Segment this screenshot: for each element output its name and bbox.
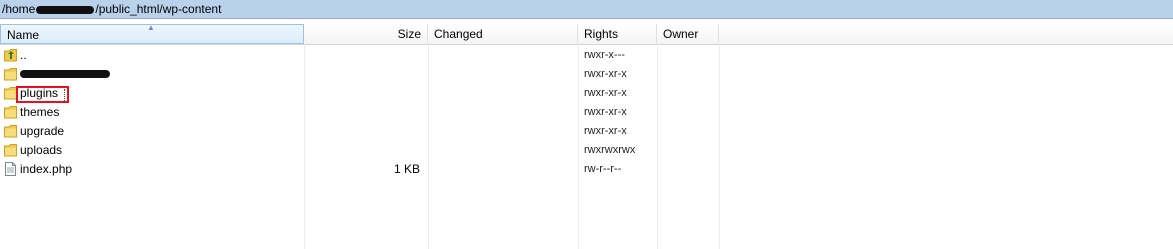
highlight-box	[16, 86, 69, 103]
file-name: themes	[20, 105, 60, 119]
folder-icon	[4, 106, 17, 119]
path-text: /home/public_html/wp-content	[2, 2, 221, 16]
file-rights: rwxr-xr-x	[584, 106, 627, 118]
file-name: ..	[20, 48, 27, 62]
file-size: 1 KB	[393, 162, 420, 176]
file-row-upgrade[interactable]: upgrade rwxr-xr-x	[0, 122, 1173, 141]
file-rights: rwxr-xr-x	[584, 87, 627, 99]
column-header-name-label: Name	[7, 28, 40, 42]
file-name: uploads	[20, 143, 63, 157]
file-row-redacted[interactable]: rwxr-xr-x	[0, 65, 1173, 84]
column-header-changed[interactable]: Changed	[428, 24, 578, 44]
column-header-name[interactable]: ▲ Name	[0, 23, 304, 44]
file-row-parent[interactable]: .. rwxr-x---	[0, 46, 1173, 65]
column-header-size[interactable]: Size	[304, 24, 428, 44]
file-rights: rwxr-xr-x	[584, 125, 627, 137]
focus-indicator	[64, 89, 65, 101]
path-bar[interactable]: /home/public_html/wp-content	[0, 0, 1173, 19]
file-rights: rw-r--r--	[584, 163, 622, 175]
folder-icon	[4, 125, 17, 138]
path-suffix: /public_html/wp-content	[95, 2, 222, 16]
file-row-themes[interactable]: themes rwxr-xr-x	[0, 103, 1173, 122]
column-header-rights[interactable]: Rights	[578, 24, 657, 44]
redacted-folder-name	[20, 70, 110, 78]
sort-ascending-icon: ▲	[147, 23, 155, 32]
column-header-owner[interactable]: Owner	[657, 24, 719, 44]
redacted-path-segment	[36, 5, 95, 14]
folder-up-icon	[4, 49, 17, 62]
file-rights: rwxrwxrwx	[584, 144, 636, 156]
file-rights: rwxr-xr-x	[584, 68, 627, 80]
file-rights: rwxr-x---	[584, 49, 625, 61]
path-prefix: /home	[2, 2, 36, 16]
column-header: ▲ Name Size Changed Rights Owner	[0, 23, 1173, 45]
file-row-plugins[interactable]: plugins rwxr-xr-x	[0, 84, 1173, 103]
file-row-uploads[interactable]: uploads rwxrwxrwx	[0, 141, 1173, 160]
folder-icon	[4, 144, 17, 157]
folder-icon	[4, 68, 17, 81]
file-name: index.php	[20, 162, 73, 176]
file-icon	[5, 162, 16, 176]
file-row-index-php[interactable]: index.php 1 KB rw-r--r--	[0, 160, 1173, 179]
file-name: upgrade	[20, 124, 65, 138]
